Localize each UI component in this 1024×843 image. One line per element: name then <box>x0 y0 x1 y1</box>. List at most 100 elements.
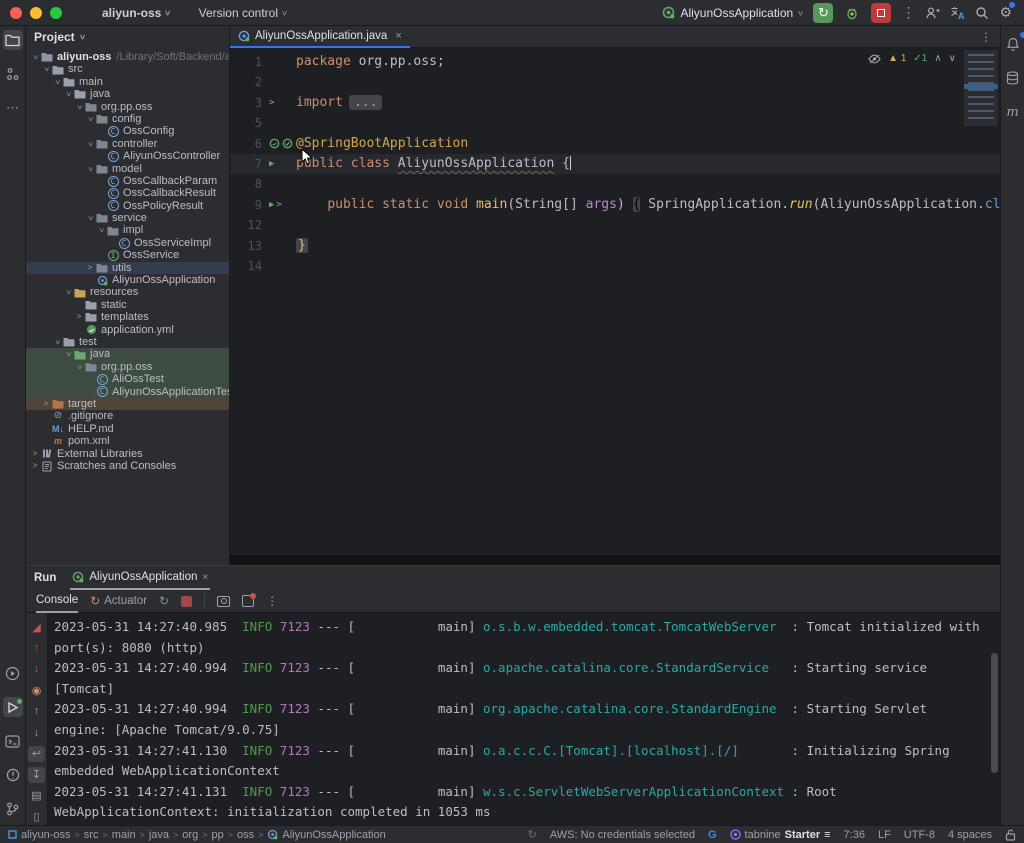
breadcrumb-item-org[interactable]: org <box>182 829 198 841</box>
rerun-console-button[interactable]: ↻ <box>159 594 169 608</box>
tree-item-src[interactable]: > src <box>26 63 229 75</box>
stop-console-button[interactable] <box>181 595 193 607</box>
fold-icon[interactable]: > <box>269 93 274 113</box>
breadcrumb-item-main[interactable]: main <box>112 829 136 841</box>
tree-chevron-icon[interactable]: > <box>74 311 84 323</box>
editor-horizontal-scrollbar[interactable] <box>230 555 1000 565</box>
tree-chevron-icon[interactable]: > <box>73 102 85 112</box>
console-options-kebab[interactable]: ⋮ <box>266 594 278 608</box>
tree-item-ossserviceimpl[interactable]: C OssServiceImpl <box>26 237 229 249</box>
tree-item-osspolicyresult[interactable]: C OssPolicyResult <box>26 200 229 212</box>
encoding-indicator[interactable]: UTF-8 <box>904 829 935 841</box>
run-line-icon[interactable]: ▶ <box>269 154 274 174</box>
tree-chevron-icon[interactable]: > <box>51 337 63 347</box>
code-line-9[interactable]: 9 ▶ > public static void main(String[] arg… <box>230 195 1000 215</box>
tree-chevron-icon[interactable]: > <box>62 288 74 298</box>
window-controls[interactable] <box>10 6 62 19</box>
code-line-8[interactable]: 8 <box>230 174 1000 194</box>
spring-bean-check-icon[interactable] <box>282 138 293 149</box>
next-problem-icon[interactable]: ∨ <box>949 53 956 64</box>
minimap-preview[interactable] <box>964 50 998 126</box>
tree-item-model[interactable]: > model <box>26 163 229 175</box>
search-everywhere-button[interactable] <box>975 6 989 20</box>
close-window-button[interactable] <box>10 6 22 19</box>
close-run-tab-icon[interactable]: × <box>202 572 208 583</box>
aws-status[interactable]: AWS: No credentials selected <box>550 829 695 841</box>
tab-options-kebab[interactable]: ⋮ <box>980 30 1000 44</box>
tree-item-java[interactable]: > java <box>26 348 229 361</box>
tree-item-service[interactable]: > service <box>26 212 229 224</box>
tree-chevron-icon[interactable]: > <box>51 77 63 87</box>
tree-item-osscallbackparam[interactable]: C OssCallbackParam <box>26 175 229 187</box>
line-ending-indicator[interactable]: LF <box>878 829 891 841</box>
tree-item-impl[interactable]: > impl <box>26 224 229 236</box>
actuator-tab[interactable]: ↻ Actuator <box>90 594 147 608</box>
console-scrollbar[interactable] <box>988 613 1000 825</box>
code-line-3[interactable]: 3 > import... <box>230 93 1000 113</box>
thread-dump-button[interactable] <box>217 595 231 607</box>
maximize-window-button[interactable] <box>50 6 62 19</box>
tree-item-controller[interactable]: > controller <box>26 138 229 150</box>
tree-item-java[interactable]: > java <box>26 88 229 100</box>
tree-item-resources[interactable]: > resources <box>26 286 229 298</box>
tree-item-aliosstest[interactable]: C AliOssTest <box>26 373 229 386</box>
tree-item-org-pp-oss[interactable]: > org.pp.oss <box>26 360 229 374</box>
code-line-13[interactable]: 13} <box>230 236 1000 256</box>
more-actions-kebab[interactable]: ⋮ <box>901 4 915 21</box>
tree-chevron-icon[interactable]: > <box>30 448 40 460</box>
aws-refresh-icon[interactable]: ↻ <box>528 828 537 841</box>
editor-tab[interactable]: AliyunOssApplication.java × <box>230 25 410 48</box>
project-panel-header[interactable]: Project > <box>26 26 229 48</box>
inspections-widget[interactable]: ▲ 1 ✓1 ∧ ∨ <box>868 53 956 64</box>
git-tool-button[interactable] <box>3 799 23 819</box>
tree-item--gitignore[interactable]: ⊘ .gitignore <box>26 410 229 422</box>
tree-item-scratches-and-consoles[interactable]: > Scratches and Consoles <box>26 460 229 472</box>
lock-button[interactable] <box>1005 829 1016 841</box>
code-editor[interactable]: ▲ 1 ✓1 ∧ ∨ 1 package org.pp.oss; 2 3 > import… <box>230 48 1000 555</box>
breadcrumb-item-java[interactable]: java <box>149 829 169 841</box>
structure-tool-button[interactable] <box>3 64 23 84</box>
tree-item-aliyunossapplicationtests[interactable]: C AliyunOssApplicationTests <box>26 385 229 398</box>
indent-indicator[interactable]: 4 spaces <box>948 829 992 841</box>
soft-wrap-icon[interactable]: ↩ <box>28 745 45 762</box>
rerun-button[interactable]: ↻ <box>813 2 834 23</box>
code-line-14[interactable]: 14 <box>230 256 1000 276</box>
console-output[interactable]: 2023-05-31 14:27:40.985 INFO 7123 --- [ … <box>48 613 988 825</box>
tree-chevron-icon[interactable]: > <box>84 213 96 223</box>
debug-button[interactable] <box>843 4 861 22</box>
database-tool-button[interactable] <box>1003 68 1023 88</box>
code-line-6[interactable]: 6 @SpringBootApplication <box>230 134 1000 154</box>
clear-all-icon[interactable]: ▯ <box>28 809 45 825</box>
problems-tool-button[interactable] <box>3 765 23 785</box>
tree-chevron-icon[interactable]: > <box>84 114 96 124</box>
down-stack-icon[interactable]: ↓ <box>28 661 45 677</box>
breadcrumb-item-aliyunossapplication[interactable]: AliyunOssApplication <box>267 829 386 841</box>
code-line-12[interactable]: 12 <box>230 215 1000 235</box>
terminal-tool-button[interactable] <box>3 731 23 751</box>
settings-button[interactable]: ⚙ <box>999 2 1015 21</box>
services-tool-button[interactable] <box>3 663 23 683</box>
google-login-icon[interactable]: G <box>708 829 717 841</box>
tree-item-test[interactable]: > test <box>26 336 229 348</box>
tree-chevron-icon[interactable]: > <box>84 164 96 174</box>
tree-chevron-icon[interactable]: > <box>62 350 74 360</box>
tree-item-aliyun-oss[interactable]: > aliyun-oss/Library/Soft/Backend/aliyun-… <box>26 51 229 63</box>
code-line-5[interactable]: 5 <box>230 113 1000 133</box>
tree-item-aliyunossapplication[interactable]: AliyunOssApplication <box>26 274 229 286</box>
run-line-icon[interactable]: ▶ <box>269 195 274 215</box>
tree-item-aliyunosscontroller[interactable]: C AliyunOssController <box>26 150 229 162</box>
breadcrumb-item-oss[interactable]: oss <box>237 829 254 841</box>
breadcrumb-item-pp[interactable]: pp <box>211 829 223 841</box>
tree-item-help-md[interactable]: M↓ HELP.md <box>26 423 229 435</box>
tree-item-org-pp-oss[interactable]: > org.pp.oss <box>26 101 229 113</box>
code-line-2[interactable]: 2 <box>230 72 1000 92</box>
kill-process-button[interactable] <box>242 593 257 607</box>
tree-item-pom-xml[interactable]: m pom.xml <box>26 435 229 447</box>
tree-item-config[interactable]: > config <box>26 113 229 125</box>
code-line-7[interactable]: 7 ▶ public class AliyunOssApplication { <box>230 153 1000 175</box>
tabnine-status[interactable]: tabnine Starter ≡ <box>729 829 831 841</box>
code-with-me-button[interactable] <box>925 6 940 20</box>
tree-item-utils[interactable]: > utils <box>26 261 229 275</box>
tree-chevron-icon[interactable]: > <box>29 52 41 62</box>
run-tool-button[interactable] <box>2 697 23 717</box>
